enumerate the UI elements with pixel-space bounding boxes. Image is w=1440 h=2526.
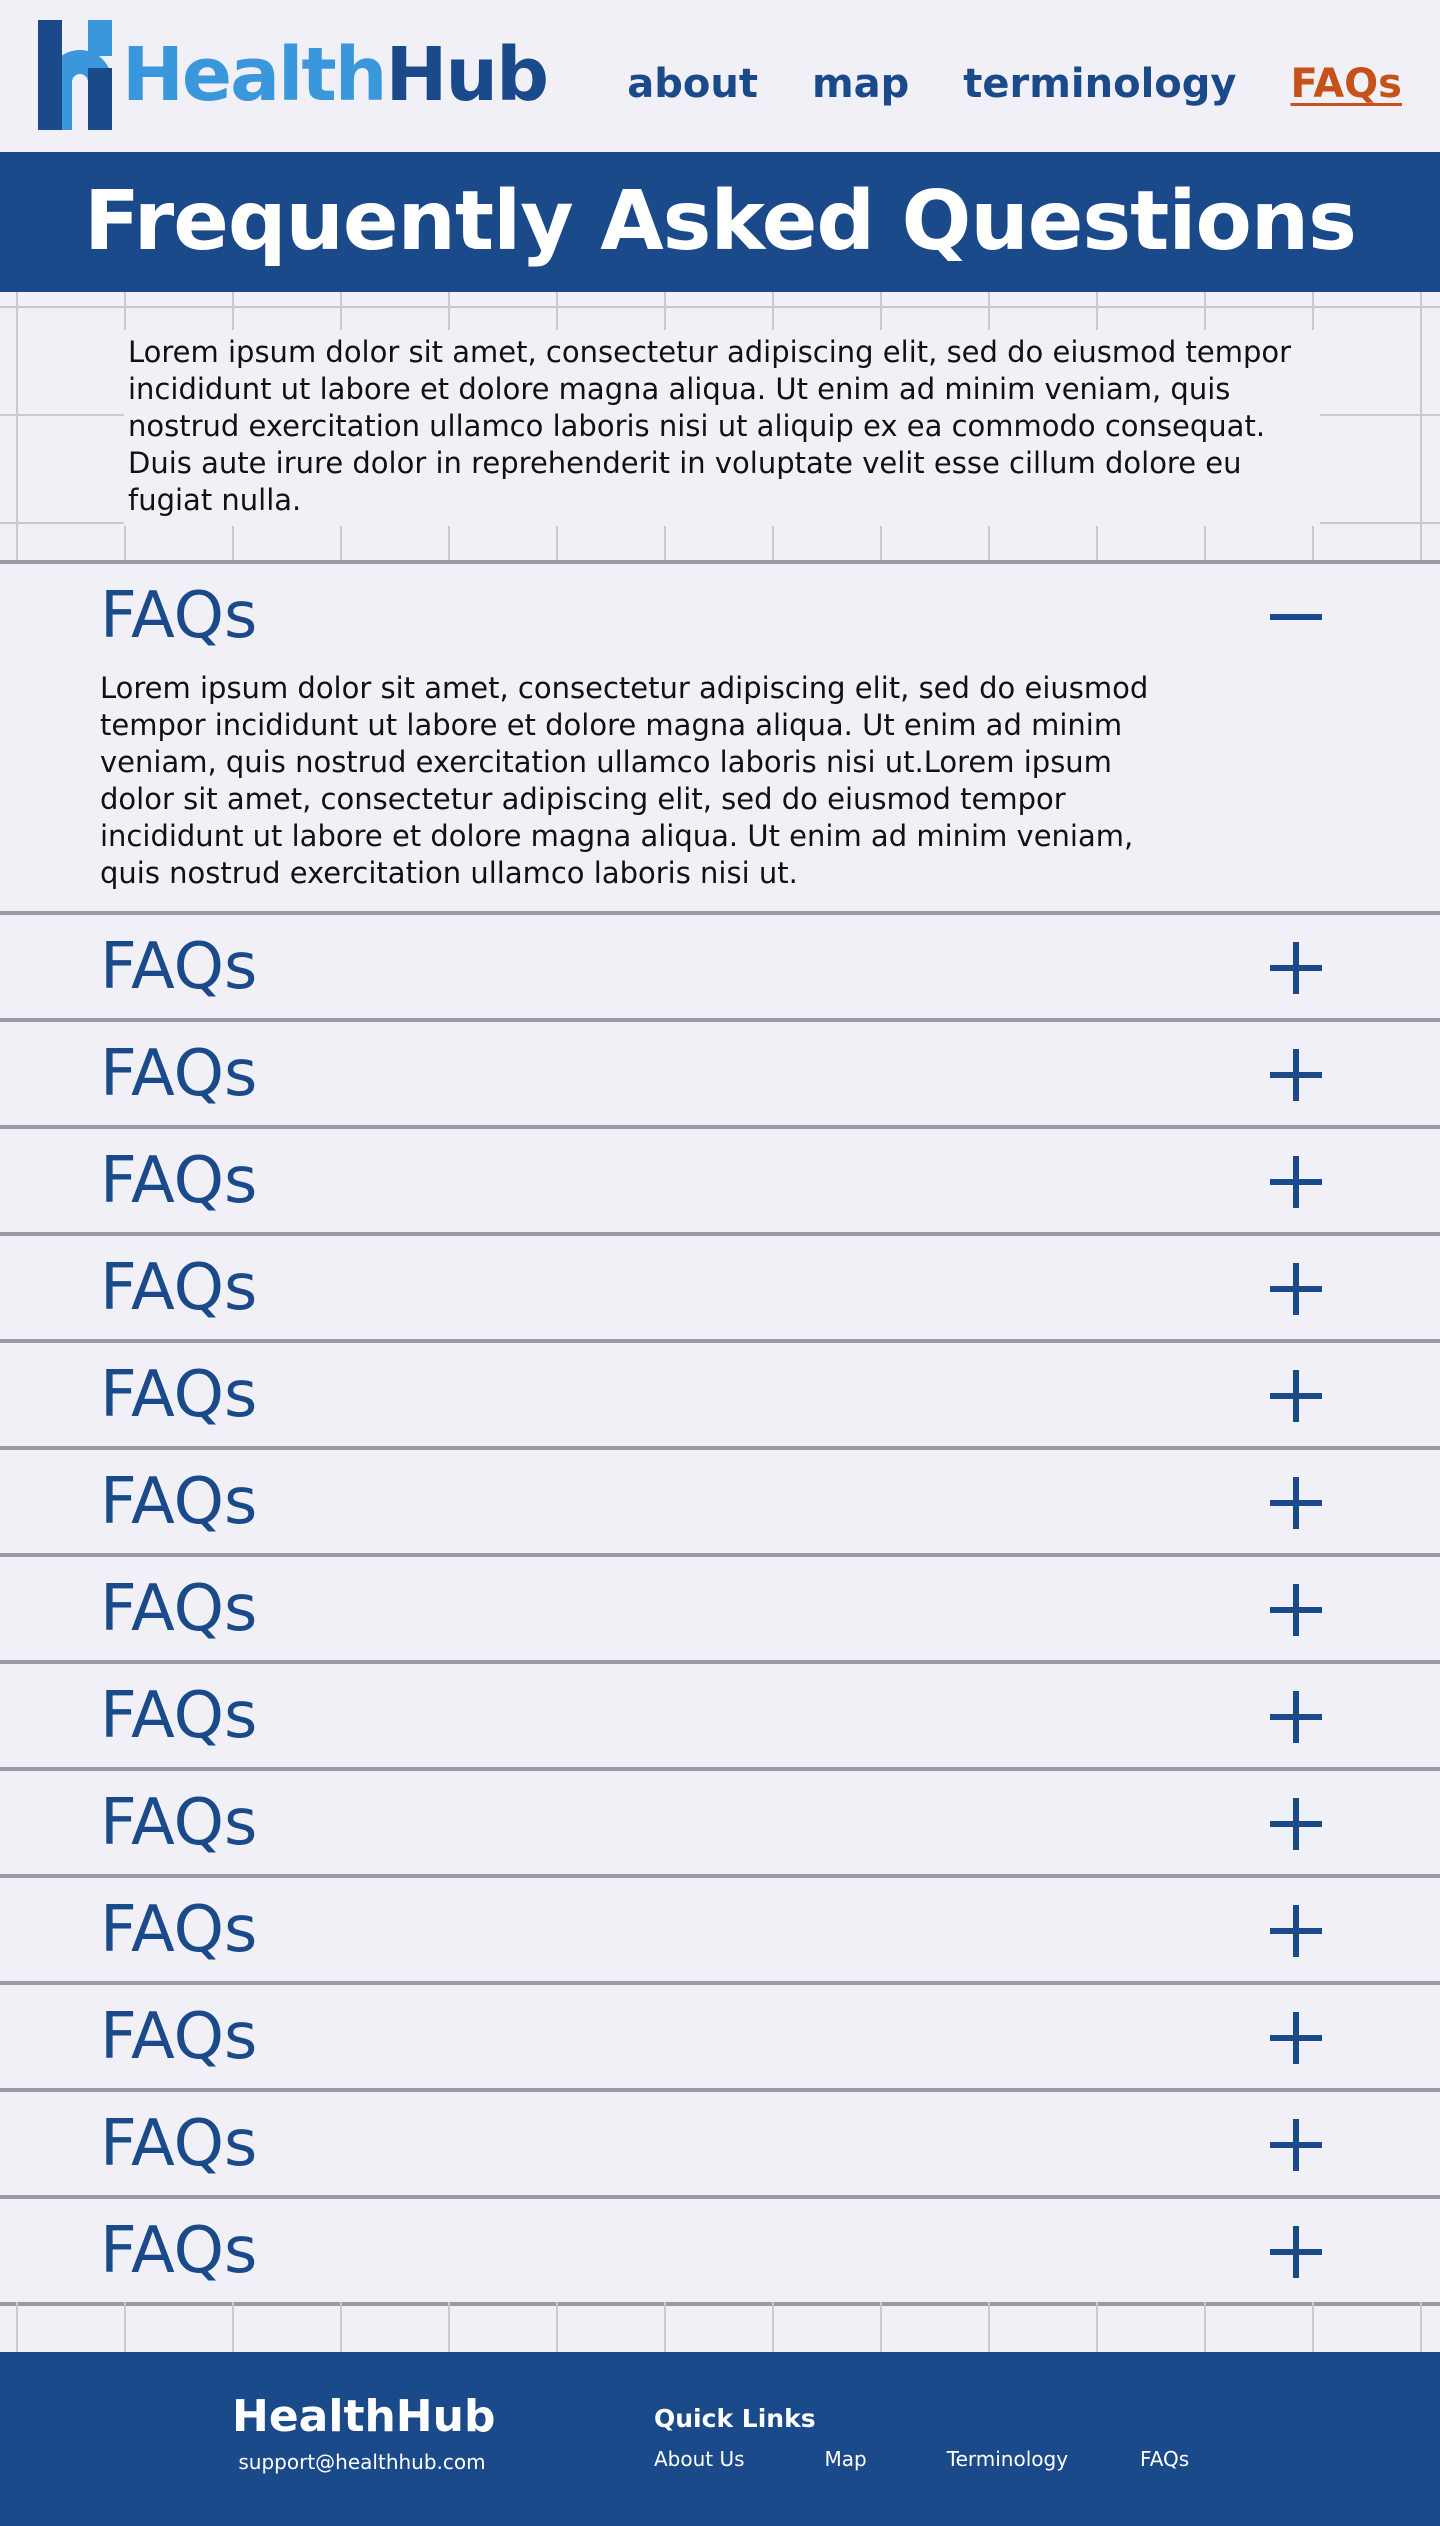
footer-brand: HealthHub support@healthhub.com	[232, 2390, 496, 2474]
faq-question[interactable]: FAQs	[100, 2213, 257, 2289]
faq-item[interactable]: FAQs	[0, 2195, 1440, 2302]
quick-links: Quick Links About Us Map Terminology FAQ…	[654, 2404, 1189, 2471]
plus-icon[interactable]	[1270, 1688, 1326, 1744]
faq-question[interactable]: FAQs	[100, 2106, 257, 2182]
plus-icon[interactable]	[1270, 1474, 1326, 1530]
nav-link-terminology[interactable]: terminology	[963, 56, 1236, 112]
plus-icon[interactable]	[1270, 1260, 1326, 1316]
faq-question[interactable]: FAQs	[100, 1571, 257, 1647]
faq-item[interactable]: FAQs	[0, 1660, 1440, 1767]
faq-question[interactable]: FAQs	[100, 1036, 257, 1112]
plus-icon[interactable]	[1270, 1581, 1326, 1637]
faq-question[interactable]: FAQs	[100, 578, 257, 654]
quick-links-title: Quick Links	[654, 2404, 816, 2433]
faq-question[interactable]: FAQs	[100, 1357, 257, 1433]
faq-item[interactable]: FAQs	[0, 1767, 1440, 1874]
faq-question[interactable]: FAQs	[100, 1999, 257, 2075]
footer-link-faqs[interactable]: FAQs	[1140, 2447, 1189, 2471]
faq-item[interactable]: FAQs	[0, 1125, 1440, 1232]
faq-item[interactable]: FAQs Lorem ipsum dolor sit amet, consecte…	[0, 560, 1440, 911]
grid-background-bottom	[0, 2302, 1440, 2352]
faq-item[interactable]: FAQs	[0, 1232, 1440, 1339]
faq-item[interactable]: FAQs	[0, 911, 1440, 1018]
plus-icon[interactable]	[1270, 939, 1326, 995]
faq-answer: Lorem ipsum dolor sit amet, consectetur …	[100, 671, 1149, 890]
nav-link-faqs[interactable]: FAQs	[1290, 56, 1402, 112]
nav-link-about[interactable]: about	[627, 56, 758, 112]
footer-link-map[interactable]: Map	[825, 2447, 867, 2471]
faq-item[interactable]: FAQs	[0, 1339, 1440, 1446]
intro-text: Lorem ipsum dolor sit amet, consectetur …	[128, 335, 1292, 517]
faq-item[interactable]: FAQs	[0, 1018, 1440, 1125]
faq-list: FAQs Lorem ipsum dolor sit amet, consecte…	[0, 560, 1440, 2306]
footer-link-about-us[interactable]: About Us	[654, 2447, 745, 2471]
faq-question[interactable]: FAQs	[100, 1250, 257, 1326]
faq-question[interactable]: FAQs	[100, 1892, 257, 1968]
plus-icon[interactable]	[1270, 1902, 1326, 1958]
footer-link-terminology[interactable]: Terminology	[947, 2447, 1068, 2471]
faq-question[interactable]: FAQs	[100, 1678, 257, 1754]
plus-icon[interactable]	[1270, 1367, 1326, 1423]
site-header: HealthHub about map terminology FAQs	[0, 0, 1440, 152]
page-banner: Frequently Asked Questions	[0, 152, 1440, 292]
footer-brand-name: HealthHub	[232, 2391, 496, 2442]
plus-icon[interactable]	[1270, 2009, 1326, 2065]
faq-item[interactable]: FAQs	[0, 1446, 1440, 1553]
quick-links-list: About Us Map Terminology FAQs	[654, 2447, 1189, 2471]
plus-icon[interactable]	[1270, 2223, 1326, 2279]
faq-question[interactable]: FAQs	[100, 1464, 257, 1540]
faq-item[interactable]: FAQs	[0, 1981, 1440, 2088]
logo-text: HealthHub	[122, 38, 549, 112]
minus-icon[interactable]	[1270, 588, 1326, 644]
logo-text-hub: Hub	[385, 32, 549, 118]
intro-box: Lorem ipsum dolor sit amet, consectetur …	[124, 330, 1320, 526]
logo-text-health: Health	[122, 32, 387, 118]
nav-link-map[interactable]: map	[812, 56, 909, 112]
plus-icon[interactable]	[1270, 2116, 1326, 2172]
faq-item[interactable]: FAQs	[0, 1553, 1440, 1660]
faq-question[interactable]: FAQs	[100, 929, 257, 1005]
faq-item[interactable]: FAQs	[0, 1874, 1440, 1981]
main-nav: about map terminology FAQs	[573, 56, 1402, 112]
site-footer: HealthHub support@healthhub.com Quick Li…	[0, 2352, 1440, 2526]
plus-icon[interactable]	[1270, 1795, 1326, 1851]
logo[interactable]: HealthHub	[38, 20, 549, 130]
footer-email[interactable]: support@healthhub.com	[232, 2450, 492, 2474]
plus-icon[interactable]	[1270, 1153, 1326, 1209]
faq-question[interactable]: FAQs	[100, 1785, 257, 1861]
page-title: Frequently Asked Questions	[84, 174, 1357, 269]
logo-icon	[38, 20, 112, 130]
plus-icon[interactable]	[1270, 1046, 1326, 1102]
faq-item[interactable]: FAQs	[0, 2088, 1440, 2195]
faq-question[interactable]: FAQs	[100, 1143, 257, 1219]
